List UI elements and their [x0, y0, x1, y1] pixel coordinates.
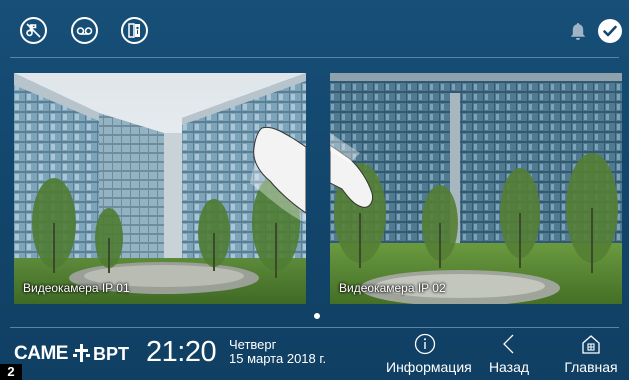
info-button-label: Информация	[386, 359, 472, 375]
brand-mark-icon	[73, 344, 90, 362]
door-status-icon	[128, 23, 140, 38]
clock-time: 21:20	[146, 336, 217, 368]
info-button[interactable]: Информация	[386, 333, 472, 379]
back-button[interactable]: Назад	[481, 333, 537, 379]
day-of-week: Четверг	[229, 337, 277, 352]
check-icon	[603, 25, 617, 37]
top-separator	[10, 57, 619, 58]
camera-label-1: Видеокамера IP 01	[23, 281, 130, 295]
current-date: 15 марта 2018 г.	[229, 351, 327, 366]
home-icon	[582, 335, 600, 354]
home-button-label: Главная	[564, 359, 618, 375]
home-button[interactable]: Главная	[558, 333, 624, 379]
status-ok-button[interactable]	[598, 19, 622, 43]
camera-feed-2	[330, 73, 622, 304]
back-button-label: Назад	[488, 359, 530, 375]
brand-logo-came: CAME	[14, 343, 68, 364]
camera-feed-1	[14, 73, 306, 304]
camera-label-2: Видеокамера IP 02	[339, 281, 446, 295]
figure-number: 2	[0, 364, 22, 380]
door-status-button[interactable]	[121, 17, 148, 44]
answering-machine-icon	[76, 27, 93, 35]
mute-ringtone-icon	[26, 23, 41, 38]
top-bar	[0, 0, 629, 58]
camera-tile-2[interactable]: Видеокамера IP 02	[330, 73, 622, 304]
page-indicator-dot[interactable]	[314, 313, 320, 319]
bell-icon	[570, 23, 586, 40]
brand-logo-bpt: BPT	[93, 344, 129, 364]
info-icon	[414, 333, 436, 355]
camera-tile-1[interactable]: Видеокамера IP 01	[14, 73, 306, 304]
bottom-separator	[10, 327, 619, 328]
mute-ringtone-button[interactable]	[20, 17, 47, 44]
back-chevron-icon	[503, 334, 514, 354]
intercom-screen: Видеокамера IP 01 Видеокамера IP 02 CAME…	[0, 0, 629, 380]
answering-machine-button[interactable]	[71, 17, 98, 44]
